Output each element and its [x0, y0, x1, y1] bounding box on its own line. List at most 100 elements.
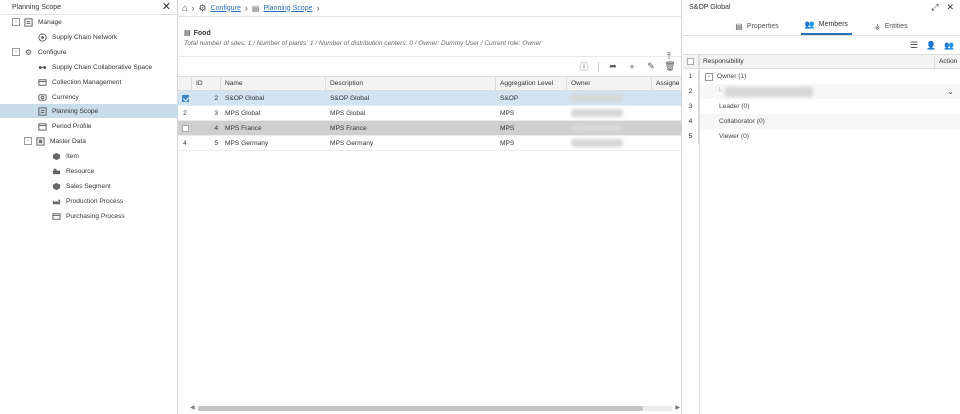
- gear-icon: ⚙: [198, 2, 207, 13]
- column-header-action[interactable]: Action: [935, 55, 960, 68]
- tree-item-item[interactable]: Item: [0, 149, 178, 163]
- member-row[interactable]: 3 Leader (0): [683, 99, 960, 114]
- scroll-right-icon[interactable]: ▶: [675, 404, 680, 411]
- column-header-owner[interactable]: Owner: [567, 77, 652, 90]
- cell-id: 2: [214, 94, 218, 102]
- tree-item-label: Purchasing Process: [66, 212, 125, 220]
- tree-item-collection-management[interactable]: Collection Management: [0, 75, 178, 89]
- gear-icon: ⚙: [24, 47, 33, 57]
- edit-icon[interactable]: ✎: [646, 61, 656, 72]
- share-icon[interactable]: ➦: [608, 61, 618, 72]
- breadcrumb-configure-link[interactable]: Configure: [211, 5, 241, 12]
- select-all-checkbox[interactable]: [687, 58, 694, 65]
- row-header-corner: [178, 77, 192, 90]
- cell-description: MPS Germany: [330, 139, 374, 147]
- tree-item-label: Planning Scope: [52, 107, 99, 115]
- cell-id: 5: [214, 139, 218, 147]
- member-row[interactable]: 5 Viewer (0): [683, 129, 960, 144]
- table-row[interactable]: 4 MPS France MPS France MPS: [178, 121, 681, 136]
- close-icon[interactable]: ✕: [162, 1, 171, 13]
- master-data-icon: [36, 136, 45, 146]
- info-icon[interactable]: ⓘ: [579, 60, 589, 73]
- tree-item-planning-scope[interactable]: Planning Scope: [0, 104, 178, 118]
- redacted-member-name: [724, 86, 813, 97]
- tab-label: Members: [818, 21, 848, 28]
- responsibility-label: Owner (1): [717, 73, 747, 80]
- chevron-right-icon: ›: [191, 2, 195, 13]
- column-header-description[interactable]: Description: [326, 77, 496, 90]
- network-icon: [38, 32, 47, 42]
- tab-members[interactable]: 👥 Members: [800, 20, 852, 35]
- tab-properties[interactable]: ▤ Properties: [731, 22, 782, 35]
- column-header-assignee[interactable]: Assigne: [652, 77, 681, 90]
- member-row[interactable]: 1 - Owner (1): [683, 69, 960, 84]
- tree-item-resource[interactable]: Resource: [0, 164, 178, 178]
- collapse-toggle[interactable]: -: [12, 18, 20, 26]
- scope-info-header: ▤ Food Total number of sites: 1 / Number…: [178, 17, 681, 61]
- tree-item-purchasing-process[interactable]: Purchasing Process: [0, 209, 178, 223]
- chevron-right-icon: ›: [316, 2, 320, 13]
- tab-entities[interactable]: ⚶ Entities: [870, 22, 912, 35]
- row-select[interactable]: [178, 91, 192, 105]
- row-number: 4: [183, 139, 187, 147]
- scrollbar-thumb[interactable]: [198, 406, 643, 411]
- item-icon: [52, 152, 61, 161]
- chevron-down-icon[interactable]: ⌄: [947, 87, 954, 96]
- header-select-all[interactable]: [683, 55, 699, 68]
- column-header-responsibility[interactable]: Responsibility: [699, 55, 935, 68]
- row-checkbox[interactable]: [181, 94, 189, 102]
- members-grid-header: Responsibility Action: [683, 54, 960, 69]
- row-number: 2: [183, 109, 187, 117]
- tree-item-master-data[interactable]: - Master Data: [0, 134, 178, 148]
- breadcrumb-planning-scope-link[interactable]: Planning Scope: [263, 5, 312, 12]
- tree-item-label: Sales Segment: [66, 182, 111, 190]
- cell-id: 4: [214, 124, 218, 132]
- column-header-name[interactable]: Name: [221, 77, 326, 90]
- add-icon[interactable]: +: [627, 62, 637, 72]
- close-icon[interactable]: ✕: [946, 2, 954, 13]
- expand-icon[interactable]: ⤢: [931, 2, 938, 13]
- member-row[interactable]: 4 Collaborator (0): [683, 114, 960, 129]
- details-panel: S&OP Global ⤢ ✕ ▤ Properties 👥 Members ⚶…: [683, 0, 960, 414]
- breadcrumb: ⌂ › ⚙ Configure › ▤ Planning Scope ›: [178, 0, 681, 17]
- collapse-toggle[interactable]: -: [24, 137, 32, 145]
- cell-description: MPS Global: [330, 109, 366, 117]
- collapse-header-icon[interactable]: ⤒: [667, 51, 671, 62]
- tree-item-collaborative-space[interactable]: Supply Chain Collaborative Space: [0, 60, 178, 74]
- period-icon: [38, 122, 47, 131]
- tree-item-production-process[interactable]: Production Process: [0, 194, 178, 208]
- row-checkbox[interactable]: [181, 124, 189, 132]
- add-members-icon[interactable]: 👥: [944, 41, 954, 50]
- add-member-icon[interactable]: 👤: [926, 41, 936, 50]
- grid-toolbar: ⓘ ➦ + ✎ 🗑: [178, 57, 681, 76]
- column-header-aggregation-level[interactable]: Aggregation Level: [496, 77, 567, 90]
- tree-item-currency[interactable]: Currency: [0, 90, 178, 104]
- row-number: 1: [683, 69, 699, 84]
- list-view-icon[interactable]: ☰: [910, 40, 918, 51]
- row-select[interactable]: [178, 121, 192, 135]
- tree-item-configure[interactable]: - ⚙ Configure: [0, 45, 178, 59]
- scroll-left-icon[interactable]: ◀: [190, 404, 195, 411]
- cell-owner: [567, 121, 652, 135]
- tree-item-sales-segment[interactable]: Sales Segment: [0, 179, 178, 193]
- delete-icon[interactable]: 🗑: [664, 61, 675, 72]
- collapse-toggle[interactable]: -: [705, 72, 713, 81]
- table-row[interactable]: 2 S&OP Global S&OP Global S&OP: [178, 91, 681, 106]
- tree-item-period-profile[interactable]: Period Profile: [0, 119, 178, 133]
- cell-assignee: [652, 121, 681, 135]
- table-row[interactable]: 4 5 MPS Germany MPS Germany MPS: [178, 136, 681, 151]
- collapse-toggle[interactable]: -: [12, 48, 20, 56]
- horizontal-scrollbar[interactable]: ◀ ▶: [190, 405, 680, 412]
- column-header-id[interactable]: ID: [192, 77, 221, 90]
- tree-item-manage[interactable]: - Manage: [0, 15, 178, 29]
- member-row[interactable]: 2 └ ⌄: [683, 84, 960, 99]
- resource-icon: [52, 167, 61, 176]
- tree-item-supply-chain-network[interactable]: Supply Chain Network: [0, 30, 178, 44]
- scope-name: Food: [193, 29, 211, 37]
- cell-id: 3: [214, 109, 218, 117]
- home-icon[interactable]: ⌂: [182, 3, 187, 13]
- table-row[interactable]: 2 3 MPS Global MPS Global MPS: [178, 106, 681, 121]
- purchasing-icon: [52, 212, 61, 221]
- redacted-owner: [571, 139, 623, 147]
- cell-owner: [567, 136, 652, 150]
